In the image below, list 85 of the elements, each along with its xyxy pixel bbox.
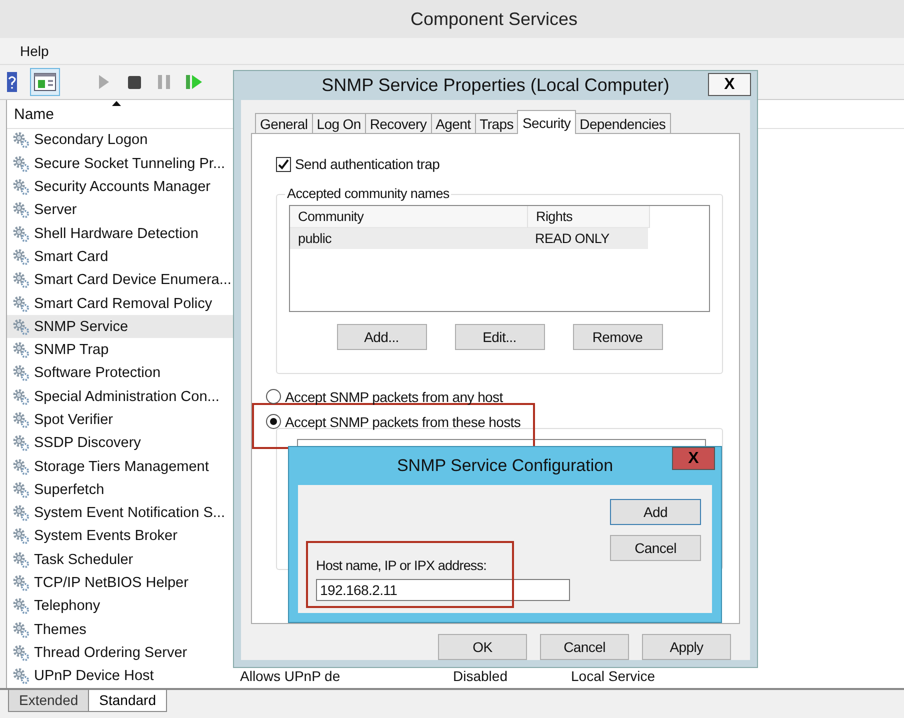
service-row[interactable]: Security Accounts Manager — [7, 175, 236, 199]
service-row[interactable]: Software Protection — [7, 362, 236, 386]
service-name: Secondary Logon — [34, 132, 148, 148]
service-name: SSDP Discovery — [34, 435, 141, 452]
service-name: Storage Tiers Management — [34, 458, 209, 475]
service-name: Spot Verifier — [34, 412, 113, 428]
service-name: System Events Broker — [34, 528, 178, 544]
view-tab[interactable]: Standard — [88, 690, 167, 712]
tab[interactable]: General — [255, 113, 313, 134]
service-row[interactable]: Secondary Logon — [7, 128, 236, 152]
close-button[interactable]: X — [708, 73, 751, 96]
close-button[interactable]: X — [672, 447, 715, 470]
dialog-title: SNMP Service Properties (Local Computer) — [322, 75, 670, 96]
service-name: Telephony — [34, 598, 100, 614]
service-name: Smart Card Device Enumera... — [34, 272, 232, 288]
service-row[interactable]: Telephony — [7, 594, 236, 618]
service-name: Task Scheduler — [34, 552, 134, 568]
service-row[interactable]: SSDP Discovery — [7, 432, 236, 455]
tab[interactable]: Security — [517, 110, 576, 134]
table-cell-text: Disabled — [452, 668, 508, 684]
service-row[interactable]: TCP/IP NetBIOS Helper — [7, 571, 236, 595]
dialog-button[interactable]: Cancel — [610, 535, 701, 561]
service-name: Secure Socket Tunneling Pr... — [34, 156, 226, 172]
dialog-button[interactable]: Apply — [642, 634, 731, 660]
view-tab[interactable]: Extended — [8, 690, 90, 712]
service-name: Software Protection — [34, 365, 161, 382]
service-row[interactable]: SNMP Service — [7, 315, 236, 338]
service-name: Shell Hardware Detection — [34, 226, 198, 242]
service-row[interactable]: SNMP Trap — [7, 338, 236, 362]
dialog-button[interactable]: OK — [438, 634, 527, 660]
field-label: Host name, IP or IPX address: — [316, 558, 488, 573]
window-title: Component Services — [410, 8, 578, 30]
service-row[interactable]: System Event Notification S... — [7, 502, 236, 525]
tab[interactable]: Traps — [474, 113, 518, 134]
service-name: UPnP Device Host — [34, 668, 154, 684]
service-name: Special Administration Con... — [34, 388, 220, 405]
table-cell-text: Allows UPnP de — [239, 668, 342, 684]
table-cell: public — [290, 228, 527, 249]
service-name: SNMP Trap — [34, 342, 109, 358]
service-row[interactable]: Storage Tiers Management — [7, 454, 236, 478]
dialog-button[interactable]: Add — [610, 499, 701, 525]
service-row[interactable]: Smart Card — [7, 245, 236, 269]
table-cell: READ ONLY — [527, 228, 648, 249]
service-row[interactable]: Special Administration Con... — [7, 385, 236, 408]
service-name: SNMP Service — [34, 318, 128, 335]
dialog-button[interactable]: Cancel — [540, 634, 629, 660]
service-row[interactable]: Task Scheduler — [7, 548, 236, 572]
service-row[interactable]: Smart Card Removal Policy — [7, 292, 236, 316]
service-row[interactable]: System Events Broker — [7, 524, 236, 548]
service-name: TCP/IP NetBIOS Helper — [34, 575, 188, 592]
service-name: Themes — [34, 622, 86, 638]
tab[interactable]: Dependencies — [574, 113, 671, 134]
dialog-button[interactable]: Edit... — [454, 324, 544, 350]
tab[interactable]: Recovery — [364, 113, 432, 134]
service-name: Smart Card Removal Policy — [34, 296, 212, 312]
service-row[interactable]: Thread Ordering Server — [7, 641, 236, 665]
service-row[interactable]: Secure Socket Tunneling Pr... — [7, 152, 236, 176]
service-name: Server — [34, 202, 77, 218]
community-list[interactable]: Community Rights public READ ONLY — [289, 205, 710, 312]
service-row[interactable]: UPnP Device Host — [7, 664, 236, 688]
service-row[interactable]: Superfetch — [7, 478, 236, 502]
dialog-button[interactable]: Remove — [572, 324, 662, 350]
service-row[interactable]: Server — [7, 198, 236, 222]
service-name: Smart Card — [34, 248, 108, 265]
service-row[interactable]: Smart Card Device Enumera... — [7, 268, 236, 292]
tab[interactable]: Log On — [312, 113, 366, 134]
service-name: Superfetch — [34, 482, 104, 498]
auth-trap-checkbox[interactable]: Send authentication trap — [276, 156, 723, 172]
service-name: Security Accounts Manager — [34, 179, 211, 196]
column-header[interactable]: Community — [290, 206, 528, 228]
service-row[interactable]: Shell Hardware Detection — [7, 222, 236, 246]
menu-item[interactable]: Help — [20, 43, 49, 59]
service-name: System Event Notification S... — [34, 505, 225, 522]
tab[interactable]: Agent — [430, 113, 476, 134]
host-input-field[interactable]: 192.168.2.11 — [316, 579, 570, 601]
host-radio[interactable]: Accept SNMP packets from any host — [266, 384, 503, 409]
dialog-button[interactable]: Add... — [336, 324, 426, 350]
group-label: Accepted community names — [285, 186, 452, 201]
service-row[interactable]: Themes — [7, 618, 236, 642]
service-row[interactable]: Spot Verifier — [7, 408, 236, 432]
column-header[interactable]: Rights — [528, 206, 650, 228]
host-radio[interactable]: Accept SNMP packets from these hosts — [266, 409, 521, 434]
service-name: Thread Ordering Server — [34, 644, 188, 661]
dialog-title: SNMP Service Configuration — [396, 456, 614, 476]
table-cell-text: Local Service — [570, 668, 656, 684]
